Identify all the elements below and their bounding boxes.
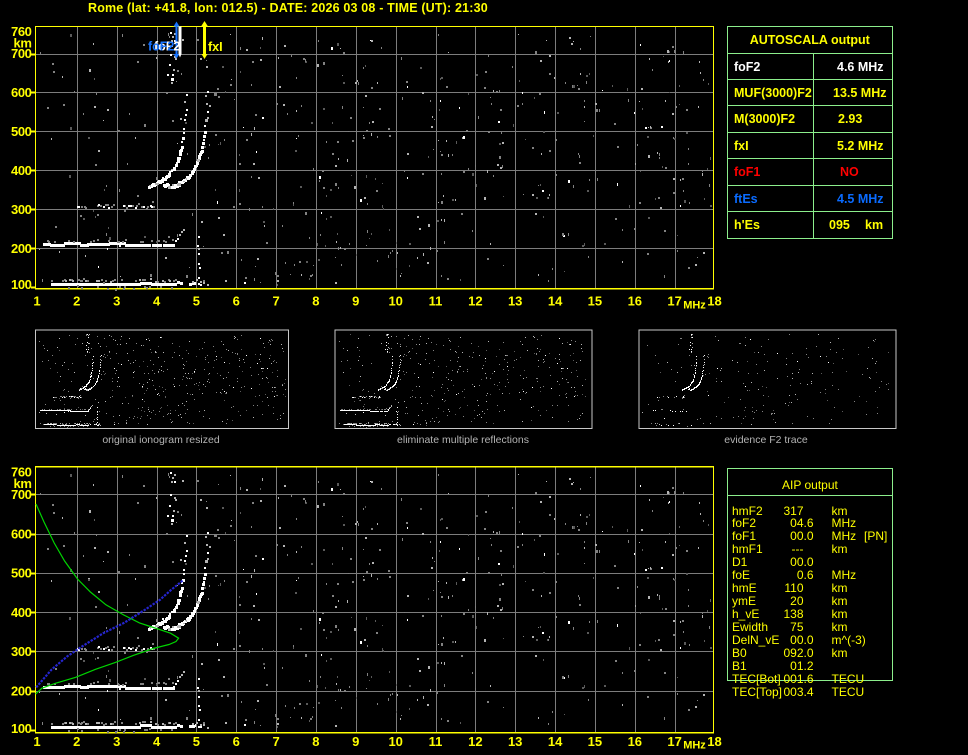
svg-text:5: 5 bbox=[193, 294, 200, 309]
svg-text:foF2: foF2 bbox=[148, 40, 174, 54]
svg-text:13: 13 bbox=[508, 734, 522, 749]
svg-text:MHz: MHz bbox=[683, 740, 706, 752]
svg-text:200: 200 bbox=[11, 241, 32, 256]
svg-text:18: 18 bbox=[707, 734, 721, 749]
svg-text:4: 4 bbox=[153, 294, 161, 309]
svg-text:7: 7 bbox=[272, 294, 279, 309]
svg-text:6: 6 bbox=[233, 734, 240, 749]
svg-text:600: 600 bbox=[11, 85, 32, 100]
svg-text:16: 16 bbox=[628, 294, 642, 309]
svg-text:15: 15 bbox=[588, 734, 602, 749]
svg-text:4: 4 bbox=[153, 734, 161, 749]
svg-text:7: 7 bbox=[272, 734, 279, 749]
svg-text:MHz: MHz bbox=[683, 300, 706, 312]
svg-text:8: 8 bbox=[312, 294, 319, 309]
svg-text:14: 14 bbox=[548, 294, 563, 309]
svg-text:11: 11 bbox=[429, 734, 443, 749]
svg-text:3: 3 bbox=[113, 294, 120, 309]
svg-text:100: 100 bbox=[11, 721, 32, 736]
svg-text:12: 12 bbox=[468, 294, 482, 309]
svg-text:400: 400 bbox=[11, 605, 32, 620]
svg-text:16: 16 bbox=[628, 734, 642, 749]
svg-text:500: 500 bbox=[11, 124, 32, 139]
svg-text:300: 300 bbox=[11, 202, 32, 217]
svg-text:300: 300 bbox=[11, 644, 32, 659]
svg-text:10: 10 bbox=[388, 734, 402, 749]
svg-text:100: 100 bbox=[11, 277, 32, 292]
svg-text:700: 700 bbox=[11, 46, 32, 61]
svg-text:1: 1 bbox=[33, 734, 40, 749]
svg-text:1: 1 bbox=[33, 294, 40, 309]
svg-text:700: 700 bbox=[11, 487, 32, 502]
svg-text:500: 500 bbox=[11, 566, 32, 581]
svg-text:13: 13 bbox=[508, 294, 522, 309]
svg-text:9: 9 bbox=[352, 294, 359, 309]
svg-text:fxI: fxI bbox=[208, 40, 223, 54]
svg-text:10: 10 bbox=[388, 294, 402, 309]
svg-text:12: 12 bbox=[468, 734, 482, 749]
svg-text:17: 17 bbox=[667, 294, 681, 309]
svg-text:9: 9 bbox=[352, 734, 359, 749]
svg-text:15: 15 bbox=[588, 294, 602, 309]
svg-text:8: 8 bbox=[312, 734, 319, 749]
svg-text:2: 2 bbox=[73, 294, 80, 309]
svg-text:2: 2 bbox=[73, 734, 80, 749]
svg-text:3: 3 bbox=[113, 734, 120, 749]
svg-text:200: 200 bbox=[11, 683, 32, 698]
svg-text:14: 14 bbox=[548, 734, 563, 749]
svg-text:5: 5 bbox=[193, 734, 200, 749]
svg-text:6: 6 bbox=[233, 294, 240, 309]
svg-text:11: 11 bbox=[429, 294, 443, 309]
svg-text:600: 600 bbox=[11, 526, 32, 541]
svg-text:400: 400 bbox=[11, 163, 32, 178]
svg-text:17: 17 bbox=[667, 734, 681, 749]
svg-text:18: 18 bbox=[707, 294, 721, 309]
